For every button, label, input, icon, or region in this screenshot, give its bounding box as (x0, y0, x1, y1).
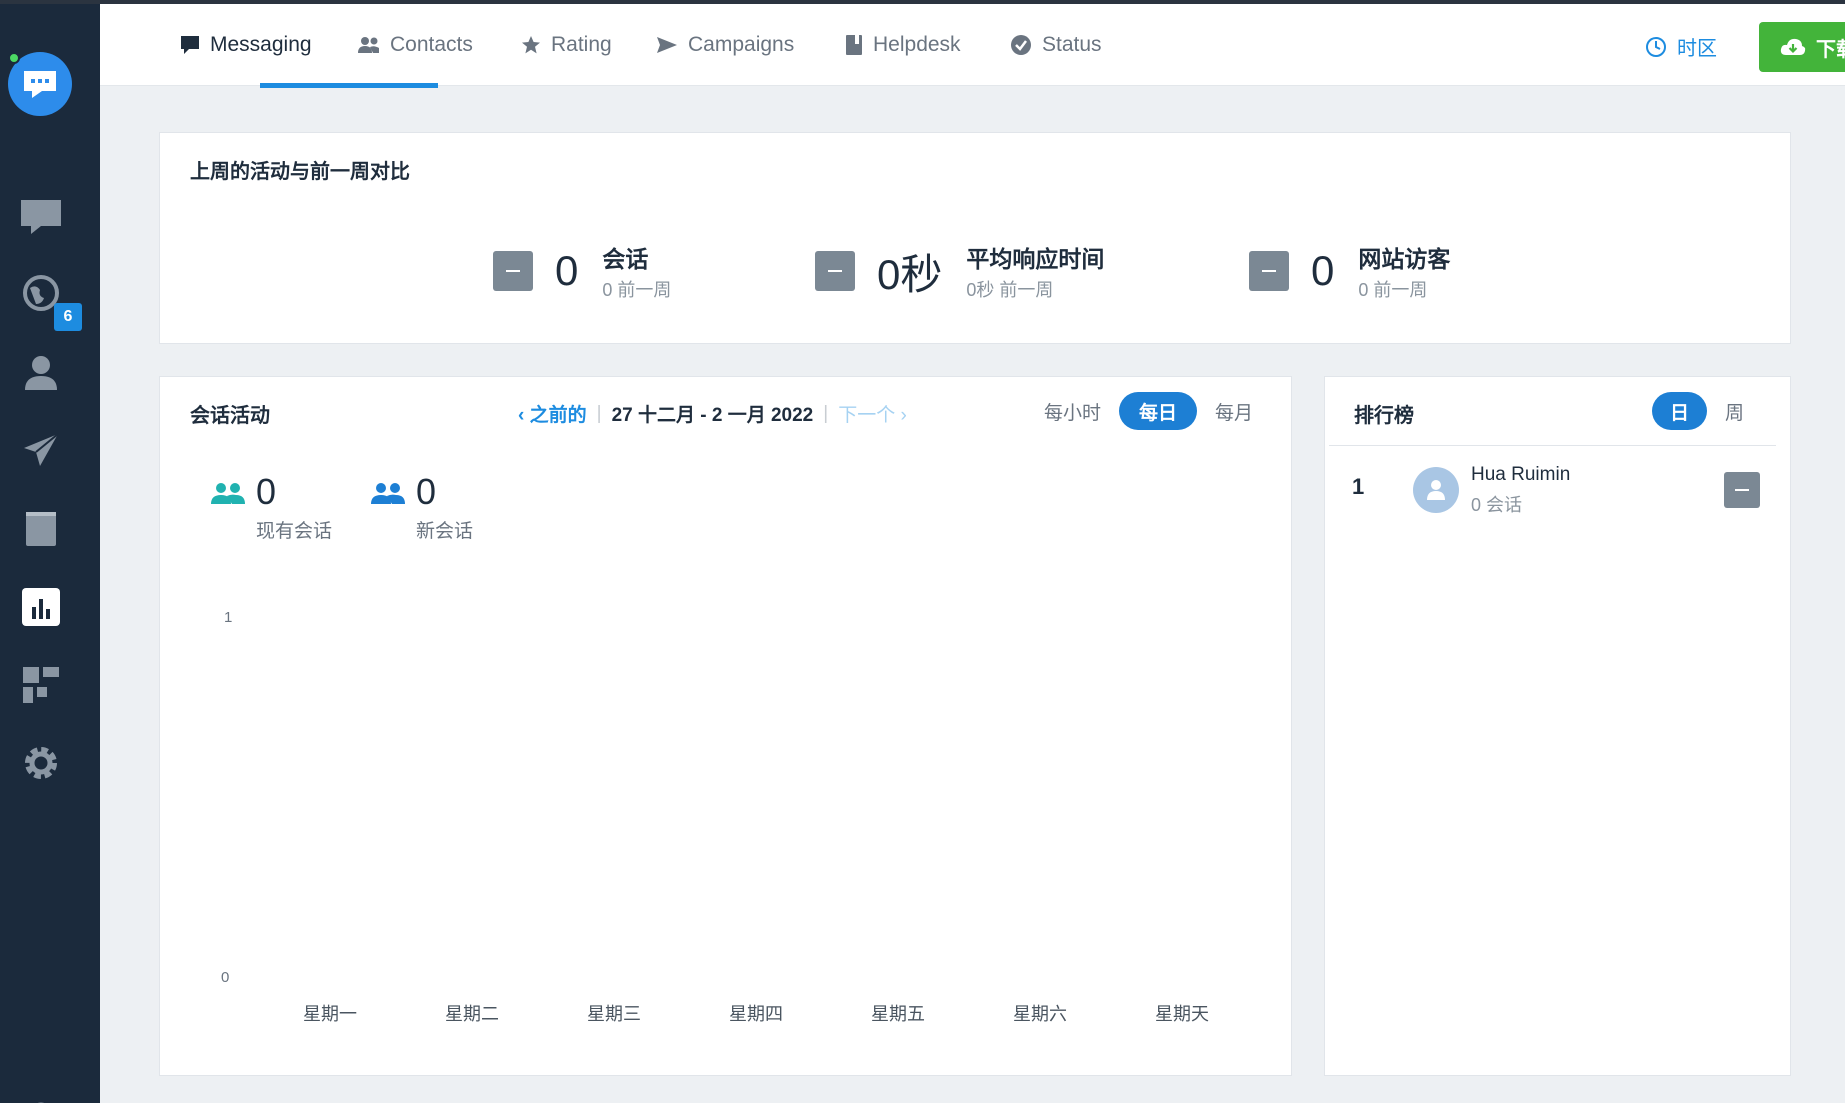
metric-website-visitors: 0 网站访客 0 前一周 (1249, 240, 1450, 302)
check-circle-icon (1011, 35, 1031, 55)
period-day[interactable]: 日 (1652, 392, 1708, 430)
people-icon (371, 483, 405, 504)
tab-label: Campaigns (688, 33, 795, 56)
tab-rating[interactable]: Rating (521, 30, 612, 60)
activity-card-title: 会话活动 (190, 405, 270, 427)
stat-value: 0 (256, 471, 277, 512)
agent-name: Hua Ruimin (1471, 464, 1571, 485)
metric-value: 0 (1311, 247, 1335, 294)
metric-label: 网站访客 (1358, 246, 1451, 272)
metric-conversations: 0 会话 0 前一周 (493, 240, 671, 302)
metric-label: 平均响应时间 (966, 246, 1105, 272)
prev-period-link[interactable]: ‹ 之前的 (518, 400, 587, 427)
sidebar: 6 (0, 0, 100, 1103)
stat-new-conversations: 0 新会话 (370, 472, 473, 543)
chat-icon (181, 36, 199, 54)
people-icon (358, 37, 379, 53)
chat-icon[interactable] (18, 194, 64, 240)
metric-label: 会话 (602, 246, 649, 272)
x-tick-label: 星期一 (303, 1004, 357, 1024)
book-icon[interactable] (18, 506, 64, 552)
chart-icon[interactable] (18, 584, 64, 630)
send-icon[interactable] (18, 427, 64, 473)
tab-label: Rating (551, 33, 612, 56)
divider: | (596, 402, 602, 424)
people-icon (211, 483, 245, 504)
date-range-label: 27 十二月 - 2 一月 2022 (611, 405, 814, 426)
star-icon (522, 36, 540, 54)
help-icon[interactable] (18, 1089, 64, 1103)
top-nav-bar: Messaging Contacts Rating Campaigns Help… (100, 0, 1845, 88)
tab-status[interactable]: Status (1010, 30, 1102, 60)
apps-icon[interactable] (18, 662, 64, 708)
leaderboard-title: 排行榜 (1354, 405, 1414, 427)
stat-value: 0 (416, 471, 437, 512)
stat-label: 新会话 (416, 521, 474, 542)
y-tick-label: 1 (224, 609, 233, 626)
metric-avg-response: 0秒 平均响应时间 0秒 前一周 (815, 240, 1104, 302)
x-tick-label: 星期五 (871, 1004, 925, 1024)
gear-icon[interactable] (18, 740, 64, 786)
minus-icon (1724, 472, 1760, 508)
granularity-hourly[interactable]: 每小时 (1044, 398, 1101, 425)
next-period-link[interactable]: 下一个 › (838, 400, 907, 427)
timezone-label: 时区 (1677, 38, 1717, 60)
metric-sub: 0秒 前一周 (966, 280, 1054, 300)
next-label: 下一个 (838, 405, 896, 426)
metric-sub: 0 前一周 (1358, 280, 1428, 300)
minus-icon (1249, 251, 1289, 291)
divider (1329, 445, 1776, 446)
x-tick-label: 星期三 (587, 1004, 641, 1024)
weekly-card-title: 上周的活动与前一周对比 (190, 161, 410, 183)
y-tick-label: 0 (221, 969, 230, 986)
online-status-dot (8, 52, 20, 64)
x-tick-label: 星期天 (1155, 1004, 1209, 1024)
granularity-monthly[interactable]: 每月 (1215, 398, 1253, 425)
period-week[interactable]: 周 (1725, 398, 1744, 425)
x-tick-label: 星期四 (729, 1004, 783, 1024)
notification-badge: 6 (54, 303, 82, 331)
divider: | (823, 402, 829, 424)
leaderboard-period-toggle: 日 周 (1652, 392, 1744, 430)
send-icon (657, 37, 677, 53)
granularity-daily[interactable]: 每日 (1119, 392, 1198, 430)
tab-campaigns[interactable]: Campaigns (656, 30, 794, 60)
tab-label: Contacts (390, 33, 473, 56)
prev-label: 之前的 (529, 405, 587, 426)
minus-icon (493, 251, 533, 291)
tab-label: Status (1042, 33, 1102, 56)
metric-value: 0秒 (877, 250, 943, 298)
tab-helpdesk[interactable]: Helpdesk (845, 30, 961, 60)
tab-label: Messaging (210, 33, 312, 56)
date-pager: ‹ 之前的 | 27 十二月 - 2 一月 2022 | 下一个 › (518, 400, 907, 427)
download-report-button[interactable]: 下载报告 (1759, 22, 1845, 72)
conversation-chart (250, 610, 1250, 980)
leaderboard-row: 1 Hua Ruimin 0 会话 (1327, 453, 1767, 523)
timezone-button[interactable]: 时区 (1645, 32, 1717, 61)
cloud-download-icon (1780, 38, 1806, 55)
book-icon (846, 35, 862, 55)
user-icon[interactable] (18, 350, 64, 396)
x-tick-label: 星期六 (1013, 1004, 1067, 1024)
agent-conversations: 0 会话 (1471, 495, 1523, 515)
tab-contacts[interactable]: Contacts (358, 30, 473, 60)
tab-messaging[interactable]: Messaging (180, 30, 312, 60)
x-tick-label: 星期二 (445, 1004, 499, 1024)
granularity-toggle: 每小时 每日 每月 (1044, 392, 1253, 430)
metric-sub: 0 前一周 (602, 280, 672, 300)
user-icon (1427, 480, 1445, 500)
avatar (1413, 467, 1459, 513)
download-label: 下载报告 (1816, 38, 1845, 61)
clock-icon (1646, 36, 1666, 57)
tab-label: Helpdesk (873, 33, 961, 56)
active-tab-indicator (260, 83, 438, 88)
metric-value: 0 (555, 247, 579, 294)
stat-label: 现有会话 (256, 521, 333, 542)
minus-icon (815, 251, 855, 291)
stat-existing-conversations: 0 现有会话 (210, 472, 332, 543)
rank-number: 1 (1352, 474, 1365, 499)
